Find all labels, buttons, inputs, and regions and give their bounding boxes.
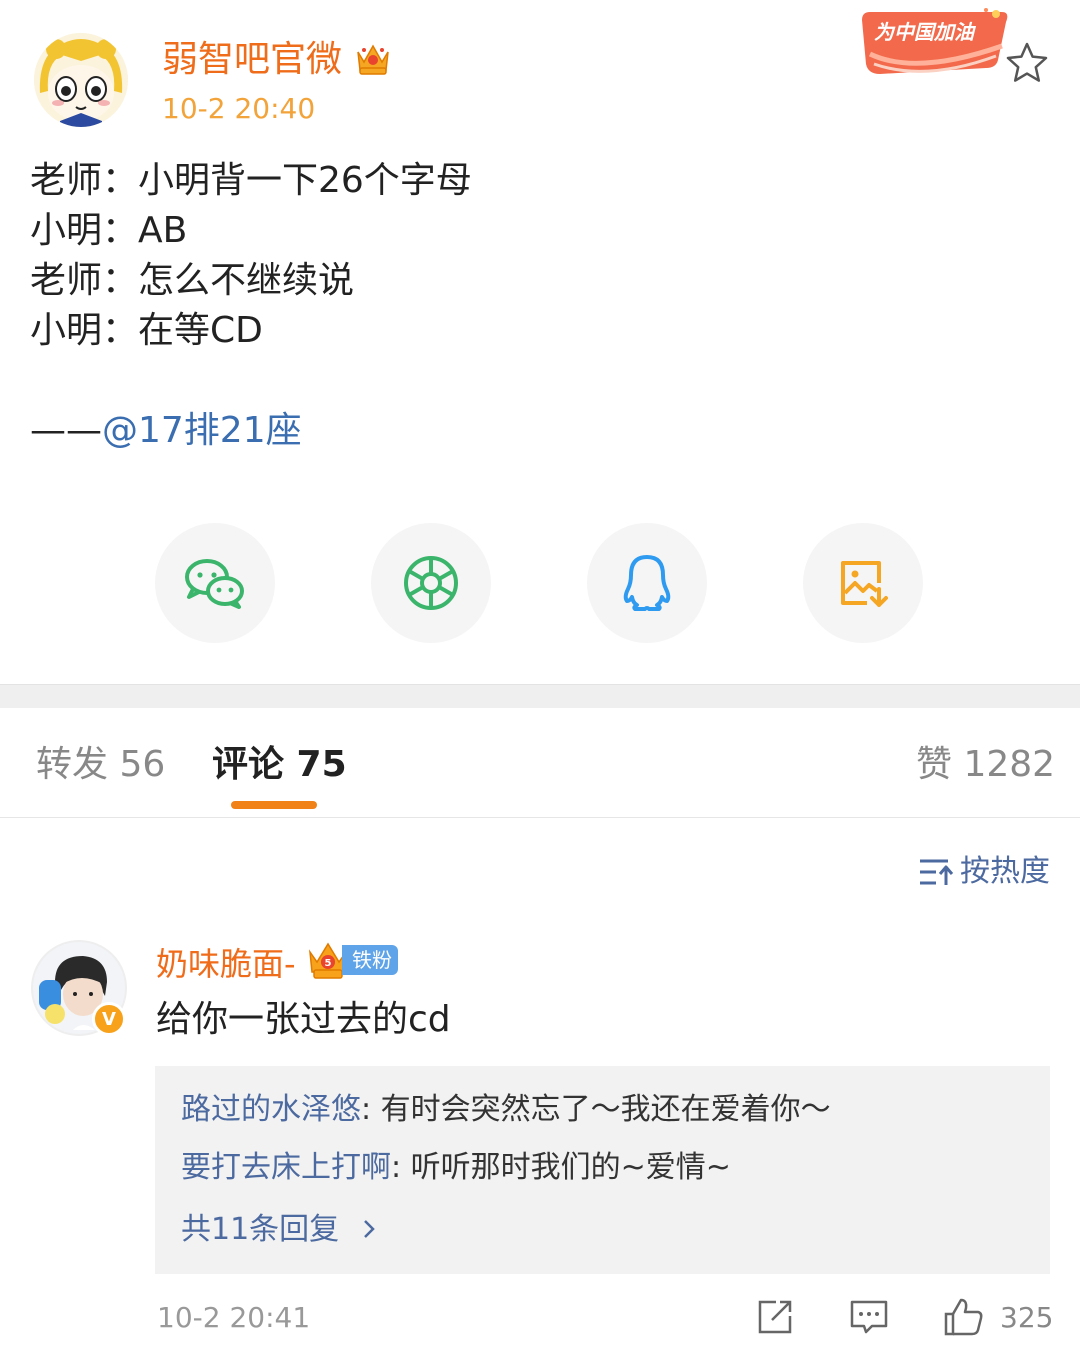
repost-comment-icon[interactable] — [754, 1296, 796, 1338]
comment-text: 给你一张过去的cd — [156, 999, 451, 1040]
reply-item[interactable]: 路过的水泽悠: 有时会突然忘了～我还在爱着你～ — [181, 1090, 831, 1130]
post-line: 老师：小明背一下26个字母 — [30, 160, 472, 201]
sort-label: 按热度 — [960, 854, 1050, 889]
qq-penguin-icon — [623, 555, 671, 611]
reply-item[interactable]: 要打去床上打啊: 听听那时我们的~爱情~ — [181, 1148, 731, 1188]
commenter-name[interactable]: 奶味脆面- — [156, 944, 296, 984]
post-body: 老师：小明背一下26个字母 小明：AB 老师：怎么不继续说 小明：在等CD ——… — [30, 156, 1050, 456]
sort-by-hot-button[interactable]: 按热度 — [918, 852, 1050, 892]
moments-aperture-icon — [404, 556, 458, 610]
iron-fan-badge: 5 铁粉 — [306, 940, 398, 980]
reply-author[interactable]: 路过的水泽悠 — [181, 1092, 361, 1127]
promo-banner-text: 为中国加油 — [874, 20, 974, 44]
section-divider — [0, 684, 1080, 708]
reply-text: : 有时会突然忘了～我还在爱着你～ — [361, 1092, 831, 1127]
save-image-button[interactable] — [803, 523, 923, 643]
favorite-star-icon[interactable] — [1004, 40, 1050, 86]
reply-comment-icon[interactable] — [848, 1296, 890, 1338]
sort-icon — [920, 859, 954, 885]
author-name[interactable]: 弱智吧官微 — [162, 38, 342, 82]
reply-text: : 听听那时我们的~爱情~ — [391, 1150, 731, 1185]
tab-reposts[interactable]: 转发 56 — [36, 740, 165, 790]
crown-badge-icon — [354, 40, 392, 76]
post-time: 10-2 20:40 — [162, 92, 316, 125]
view-all-replies-link[interactable]: 共11条回复 — [181, 1210, 379, 1250]
share-qq-button[interactable] — [587, 523, 707, 643]
save-image-icon — [841, 561, 888, 607]
attribution-line: ——@17排21座 — [30, 406, 1050, 456]
like-thumb-icon[interactable] — [942, 1296, 984, 1338]
more-replies-label: 共11条回复 — [181, 1212, 340, 1247]
comment-time: 10-2 20:41 — [157, 1301, 311, 1334]
share-moments-button[interactable] — [371, 523, 491, 643]
post-line: 老师：怎么不继续说 — [30, 260, 355, 301]
verified-badge-icon: V — [92, 1002, 126, 1036]
fan-level: 5 — [325, 958, 332, 969]
wechat-icon — [185, 559, 244, 609]
chevron-right-icon — [363, 1220, 375, 1238]
tab-separator — [0, 817, 1080, 818]
author-avatar[interactable] — [34, 33, 128, 127]
promo-banner[interactable]: 为中国加油 — [856, 6, 1012, 80]
attribution-prefix: —— — [30, 410, 102, 451]
active-tab-indicator — [231, 801, 317, 809]
tab-likes[interactable]: 赞 1282 — [916, 740, 1055, 790]
like-count: 325 — [1000, 1301, 1054, 1334]
user-mention-link[interactable]: @17排21座 — [102, 410, 302, 451]
post-line: 小明：AB — [30, 210, 188, 251]
fan-badge-label: 铁粉 — [342, 945, 398, 975]
post-line: 小明：在等CD — [30, 310, 263, 351]
tab-comments[interactable]: 评论 75 — [212, 740, 347, 790]
share-wechat-button[interactable] — [155, 523, 275, 643]
reply-author[interactable]: 要打去床上打啊 — [181, 1150, 391, 1185]
